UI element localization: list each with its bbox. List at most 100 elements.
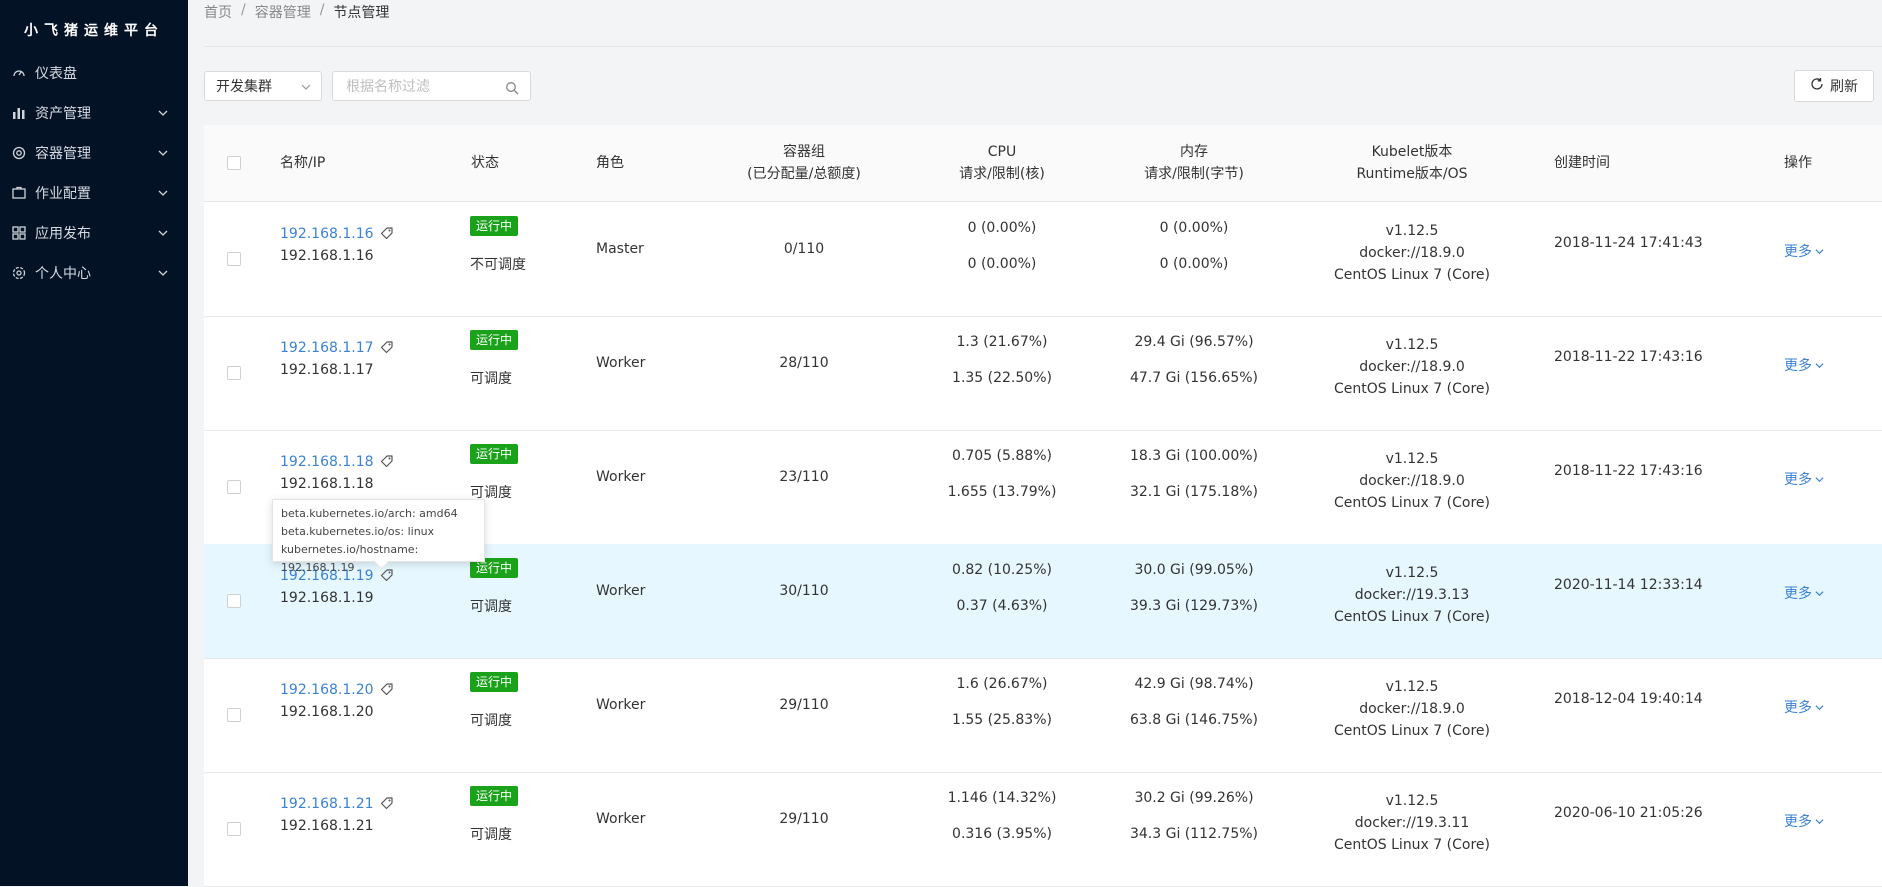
runtime-version: docker://18.9.0	[1359, 473, 1465, 489]
created-time: 2018-11-24 17:41:43	[1554, 235, 1703, 251]
schedule-status: 可调度	[470, 599, 512, 615]
table-row[interactable]: 192.168.1.16 192.168.1.16 运行中不可调度 Master 0/1…	[204, 202, 1882, 317]
labels-tooltip: beta.kubernetes.io/arch: amd64 beta.kube…	[272, 499, 485, 574]
tag-icon[interactable]	[380, 682, 394, 696]
refresh-button[interactable]: 刷新	[1794, 70, 1874, 102]
more-actions-label: 更多	[1784, 586, 1812, 602]
created-time: 2018-11-22 17:43:16	[1554, 349, 1703, 365]
row-checkbox[interactable]	[227, 366, 241, 380]
search-icon[interactable]	[505, 80, 519, 95]
row-checkbox[interactable]	[227, 480, 241, 494]
runtime-version: docker://18.9.0	[1359, 701, 1465, 717]
pods-count: 28/110	[779, 355, 829, 371]
column-header-pods-line1: 容器组	[783, 144, 825, 160]
kubelet-version: v1.12.5	[1385, 337, 1439, 353]
dashboard-icon	[12, 66, 26, 80]
memory-request: 0 (0.00%)	[1159, 220, 1229, 236]
schedule-status: 不可调度	[470, 257, 526, 273]
column-header-role: 角色	[596, 155, 624, 171]
breadcrumb-containers[interactable]: 容器管理	[255, 2, 311, 22]
kubelet-version: v1.12.5	[1385, 679, 1439, 695]
column-header-kubelet-line2: Runtime版本/OS	[1356, 166, 1468, 182]
chevron-down-icon	[1812, 244, 1824, 260]
more-actions-label: 更多	[1784, 244, 1812, 260]
node-name-link[interactable]: 192.168.1.21	[280, 796, 374, 812]
memory-request: 29.4 Gi (96.57%)	[1134, 334, 1254, 350]
breadcrumb-home[interactable]: 首页	[204, 2, 232, 22]
container-icon	[12, 146, 26, 160]
cluster-select[interactable]: 开发集群	[204, 71, 322, 101]
tag-icon[interactable]	[380, 796, 394, 810]
sidebar: 小飞猪运维平台 仪表盘 资产管理 容器管理 作业配置 应用发布 个人中心	[0, 0, 188, 886]
select-all-checkbox[interactable]	[227, 156, 241, 170]
more-actions-label: 更多	[1784, 814, 1812, 830]
more-actions-dropdown[interactable]: 更多	[1784, 697, 1824, 717]
chevron-down-icon	[158, 148, 168, 158]
node-name-link[interactable]: 192.168.1.16	[280, 226, 374, 242]
cpu-request: 0.82 (10.25%)	[952, 562, 1052, 578]
kubelet-version: v1.12.5	[1385, 223, 1439, 239]
sidebar-item-personal[interactable]: 个人中心	[0, 249, 188, 297]
tag-icon[interactable]	[380, 340, 394, 354]
os-version: CentOS Linux 7 (Core)	[1334, 723, 1490, 739]
tag-icon[interactable]	[380, 454, 394, 468]
more-actions-dropdown[interactable]: 更多	[1784, 241, 1824, 261]
more-actions-dropdown[interactable]: 更多	[1784, 355, 1824, 375]
column-header-pods-line2: (已分配量/总额度)	[747, 166, 861, 182]
table-row[interactable]: 192.168.1.17 192.168.1.17 运行中 可调度 Worker 28/1…	[204, 316, 1882, 431]
row-checkbox[interactable]	[227, 594, 241, 608]
cpu-request: 1.6 (26.67%)	[956, 676, 1048, 692]
node-role: Master	[596, 241, 644, 257]
node-name-link[interactable]: 192.168.1.20	[280, 682, 374, 698]
breadcrumb-current: 节点管理	[333, 5, 390, 21]
column-header-cpu-line2: 请求/限制(核)	[959, 166, 1045, 182]
runtime-version: docker://18.9.0	[1359, 245, 1465, 261]
cpu-limit: 1.35 (22.50%)	[952, 370, 1052, 386]
created-time: 2018-12-04 19:40:14	[1554, 691, 1703, 707]
more-actions-dropdown[interactable]: 更多	[1784, 583, 1824, 603]
cpu-limit: 0.316 (3.95%)	[952, 826, 1052, 842]
row-checkbox[interactable]	[227, 252, 241, 266]
search-input[interactable]	[344, 77, 498, 97]
status-badge: 运行中	[470, 216, 519, 236]
column-header-status: 状态	[471, 155, 499, 171]
os-version: CentOS Linux 7 (Core)	[1334, 267, 1490, 283]
more-actions-label: 更多	[1784, 472, 1812, 488]
pods-count: 0/110	[783, 241, 825, 257]
sidebar-item-label: 个人中心	[35, 266, 91, 282]
more-actions-dropdown[interactable]: 更多	[1784, 811, 1824, 831]
status-badge: 运行中	[470, 330, 519, 350]
cpu-limit: 0 (0.00%)	[967, 256, 1037, 272]
row-checkbox[interactable]	[227, 708, 241, 722]
tag-icon[interactable]	[380, 226, 394, 240]
more-actions-dropdown[interactable]: 更多	[1784, 469, 1824, 489]
memory-limit: 32.1 Gi (175.18%)	[1129, 484, 1259, 500]
job-icon	[12, 186, 26, 200]
row-checkbox[interactable]	[227, 822, 241, 836]
column-header-cpu: CPU 请求/限制(核)	[912, 141, 1092, 185]
schedule-status: 可调度	[470, 827, 512, 843]
app-logo-title: 小飞猪运维平台	[24, 23, 164, 39]
column-header-name[interactable]: 名称/IP	[280, 152, 325, 174]
chevron-down-icon	[158, 108, 168, 118]
schedule-status: 可调度	[470, 371, 512, 387]
runtime-version: docker://18.9.0	[1359, 359, 1465, 375]
os-version: CentOS Linux 7 (Core)	[1334, 837, 1490, 853]
node-name-link[interactable]: 192.168.1.18	[280, 454, 374, 470]
node-ip: 192.168.1.16	[280, 248, 374, 264]
schedule-status: 可调度	[470, 713, 512, 729]
breadcrumb-separator: /	[241, 2, 246, 18]
column-header-actions: 操作	[1784, 155, 1812, 171]
chevron-down-icon	[1812, 358, 1824, 374]
table-row[interactable]: 192.168.1.20 192.168.1.20 运行中 可调度 Worker 29/1…	[204, 658, 1882, 773]
column-header-pods: 容器组 (已分配量/总额度)	[714, 141, 894, 185]
column-header-cpu-line1: CPU	[987, 144, 1017, 160]
os-version: CentOS Linux 7 (Core)	[1334, 381, 1490, 397]
tooltip-line: beta.kubernetes.io/arch: amd64	[281, 507, 458, 520]
chevron-down-icon	[1812, 586, 1824, 602]
memory-request: 30.2 Gi (99.26%)	[1134, 790, 1254, 806]
search-box[interactable]	[332, 71, 531, 101]
memory-limit: 39.3 Gi (129.73%)	[1129, 598, 1259, 614]
node-name-link[interactable]: 192.168.1.17	[280, 340, 374, 356]
table-row[interactable]: 192.168.1.21 192.168.1.21 运行中 可调度 Worker 29/1…	[204, 772, 1882, 887]
